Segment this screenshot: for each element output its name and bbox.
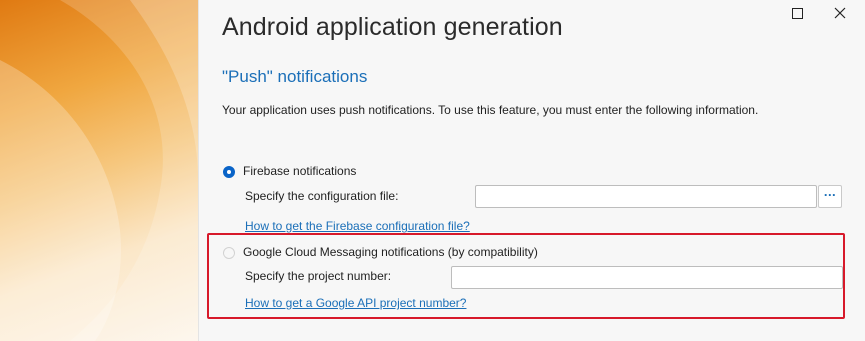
banner-swoosh-graphic [0, 0, 198, 341]
decorative-side-banner [0, 0, 198, 341]
config-file-input[interactable] [475, 185, 817, 208]
gcm-option-label[interactable]: Google Cloud Messaging notifications (by… [243, 245, 538, 259]
browse-config-button[interactable]: ... [818, 185, 842, 208]
close-icon [834, 7, 846, 19]
config-file-label: Specify the configuration file: [245, 189, 399, 203]
firebase-option-label[interactable]: Firebase notifications [243, 164, 356, 178]
gcm-help-link[interactable]: How to get a Google API project number? [245, 296, 466, 310]
close-button[interactable] [833, 6, 847, 20]
section-description: Your application uses push notifications… [222, 103, 759, 117]
firebase-help-link[interactable]: How to get the Firebase configuration fi… [245, 219, 470, 233]
project-number-label: Specify the project number: [245, 269, 392, 283]
maximize-button[interactable] [791, 6, 805, 20]
window-title: Android application generation [222, 13, 563, 41]
gcm-radio[interactable] [223, 247, 235, 259]
firebase-radio[interactable] [223, 166, 235, 178]
project-number-input[interactable] [451, 266, 843, 289]
section-heading: "Push" notifications [222, 67, 368, 86]
maximize-icon [792, 8, 803, 19]
wizard-content: Android application generation "Push" no… [199, 0, 865, 341]
